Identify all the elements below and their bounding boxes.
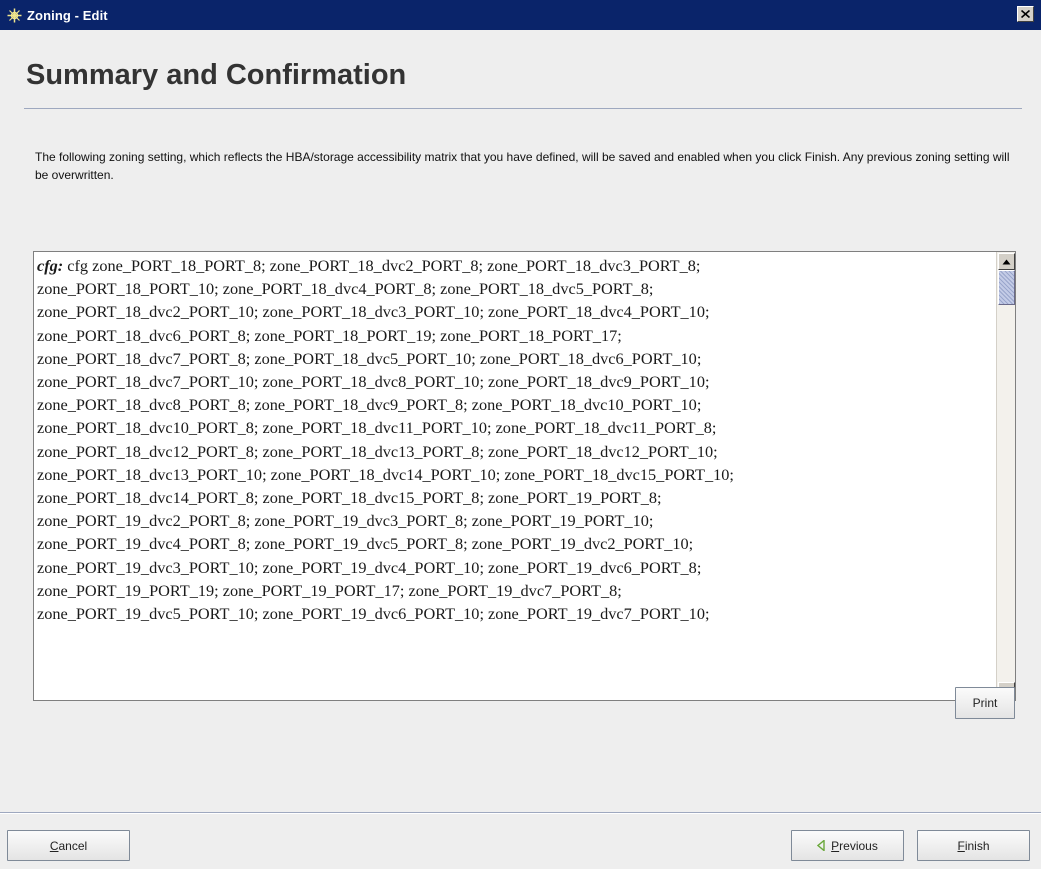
zoning-icon xyxy=(6,7,22,23)
finish-button[interactable]: Finish xyxy=(917,830,1030,861)
config-line: zone_PORT_19_dvc2_PORT_8; zone_PORT_19_d… xyxy=(37,509,992,532)
config-line-text: zone_PORT_18_PORT_10; zone_PORT_18_dvc4_… xyxy=(37,279,654,299)
cancel-button[interactable]: Cancel xyxy=(7,830,130,861)
config-line-text: zone_PORT_18_dvc2_PORT_10; zone_PORT_18_… xyxy=(37,302,710,322)
print-button-label: Print xyxy=(972,696,998,710)
zoning-edit-dialog: Zoning - Edit Summary and Confirmation T… xyxy=(0,0,1041,869)
dialog-content: Summary and Confirmation The following z… xyxy=(0,30,1041,869)
arrow-left-icon xyxy=(817,840,825,851)
config-line: zone_PORT_19_dvc3_PORT_10; zone_PORT_19_… xyxy=(37,556,992,579)
config-line-text: zone_PORT_19_dvc4_PORT_8; zone_PORT_19_d… xyxy=(37,534,694,554)
config-line: zone_PORT_18_dvc13_PORT_10; zone_PORT_18… xyxy=(37,463,992,486)
previous-button[interactable]: Previous xyxy=(791,830,904,861)
config-line-text: zone_PORT_18_dvc14_PORT_8; zone_PORT_18_… xyxy=(37,488,662,508)
config-line-text: zone_PORT_18_dvc8_PORT_8; zone_PORT_18_d… xyxy=(37,395,702,415)
config-line: zone_PORT_18_dvc6_PORT_8; zone_PORT_18_P… xyxy=(37,324,992,347)
config-line: zone_PORT_18_dvc12_PORT_8; zone_PORT_18_… xyxy=(37,440,992,463)
zoning-config-textarea[interactable]: cfg: cfg zone_PORT_18_PORT_8; zone_PORT_… xyxy=(33,251,1016,701)
arrow-up-icon xyxy=(1002,259,1011,264)
heading-divider xyxy=(24,108,1022,109)
config-line: zone_PORT_19_dvc5_PORT_10; zone_PORT_19_… xyxy=(37,602,992,625)
footer-divider-highlight xyxy=(0,813,1041,814)
close-button[interactable] xyxy=(1017,6,1034,22)
config-line: zone_PORT_18_dvc10_PORT_8; zone_PORT_18_… xyxy=(37,416,992,439)
config-line-text: zone_PORT_19_dvc5_PORT_10; zone_PORT_19_… xyxy=(37,604,710,624)
config-line: zone_PORT_19_PORT_19; zone_PORT_19_PORT_… xyxy=(37,579,992,602)
config-line-text: zone_PORT_19_PORT_19; zone_PORT_19_PORT_… xyxy=(37,580,622,600)
previous-label-rest: revious xyxy=(839,838,878,853)
config-line-text: cfg zone_PORT_18_PORT_8; zone_PORT_18_dv… xyxy=(63,256,701,275)
config-line-text: zone_PORT_18_dvc7_PORT_8; zone_PORT_18_d… xyxy=(37,348,702,368)
scroll-thumb[interactable] xyxy=(998,270,1015,305)
config-line: zone_PORT_18_dvc7_PORT_10; zone_PORT_18_… xyxy=(37,370,992,393)
config-line-text: zone_PORT_18_dvc6_PORT_8; zone_PORT_18_P… xyxy=(37,325,622,345)
title-bar[interactable]: Zoning - Edit xyxy=(0,0,1041,30)
description-text: The following zoning setting, which refl… xyxy=(35,150,1010,182)
window-title: Zoning - Edit xyxy=(27,7,108,23)
finish-mnemonic: F xyxy=(957,838,965,853)
config-line: zone_PORT_18_dvc7_PORT_8; zone_PORT_18_d… xyxy=(37,347,992,370)
previous-button-label: Previous xyxy=(831,839,878,853)
vertical-scrollbar[interactable] xyxy=(996,252,1015,700)
finish-button-label: Finish xyxy=(957,839,989,853)
config-text-content[interactable]: cfg: cfg zone_PORT_18_PORT_8; zone_PORT_… xyxy=(37,252,992,700)
scroll-up-button[interactable] xyxy=(998,253,1015,270)
close-icon xyxy=(1021,10,1030,18)
config-line-text: zone_PORT_19_dvc3_PORT_10; zone_PORT_19_… xyxy=(37,557,702,577)
config-line: zone_PORT_18_dvc2_PORT_10; zone_PORT_18_… xyxy=(37,300,992,323)
cancel-label-rest: ancel xyxy=(58,838,88,853)
cancel-button-label: Cancel xyxy=(50,839,87,853)
print-button[interactable]: Print xyxy=(955,687,1015,719)
config-line-text: zone_PORT_18_dvc7_PORT_10; zone_PORT_18_… xyxy=(37,372,710,392)
config-line: zone_PORT_19_dvc4_PORT_8; zone_PORT_19_d… xyxy=(37,532,992,555)
config-line: zone_PORT_18_PORT_10; zone_PORT_18_dvc4_… xyxy=(37,277,992,300)
config-line-text: zone_PORT_18_dvc10_PORT_8; zone_PORT_18_… xyxy=(37,418,717,438)
config-line-text: zone_PORT_19_dvc2_PORT_8; zone_PORT_19_d… xyxy=(37,511,654,531)
config-line: zone_PORT_18_dvc14_PORT_8; zone_PORT_18_… xyxy=(37,486,992,509)
config-line-text: zone_PORT_18_dvc13_PORT_10; zone_PORT_18… xyxy=(37,464,734,484)
config-line-text: zone_PORT_18_dvc12_PORT_8; zone_PORT_18_… xyxy=(37,441,718,461)
cfg-label: cfg: xyxy=(37,256,64,275)
config-line: cfg: cfg zone_PORT_18_PORT_8; zone_PORT_… xyxy=(37,254,992,277)
page-title: Summary and Confirmation xyxy=(26,59,407,91)
config-line: zone_PORT_18_dvc8_PORT_8; zone_PORT_18_d… xyxy=(37,393,992,416)
previous-mnemonic: P xyxy=(831,838,840,853)
finish-label-rest: inish xyxy=(964,838,990,853)
